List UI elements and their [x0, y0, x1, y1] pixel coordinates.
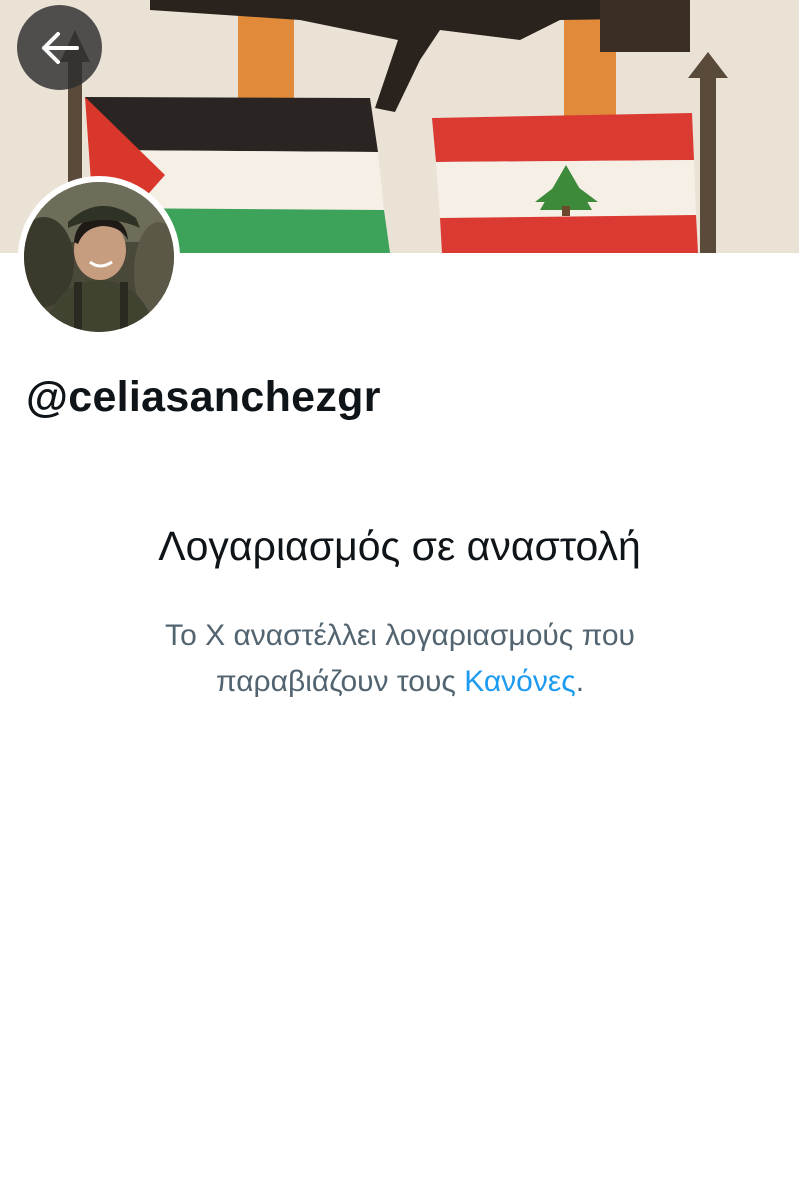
suspension-message-line2: παραβιάζουν τους [215, 665, 465, 698]
back-button[interactable] [17, 5, 102, 90]
suspension-message-suffix: . [575, 665, 585, 698]
profile-handle: @celiasanchezgr [26, 373, 381, 421]
avatar[interactable] [18, 176, 180, 338]
suspension-message: Το X αναστέλλει λογαριασμούς που παραβιά… [100, 613, 700, 705]
suspension-title: Λογαριασμός σε αναστολή [158, 523, 641, 569]
arrow-left-icon [41, 31, 79, 64]
suspension-message-line1: Το X αναστέλλει λογαριασμούς που [165, 619, 635, 652]
rules-link[interactable]: Κανόνες [464, 665, 576, 698]
avatar-image [24, 182, 174, 332]
